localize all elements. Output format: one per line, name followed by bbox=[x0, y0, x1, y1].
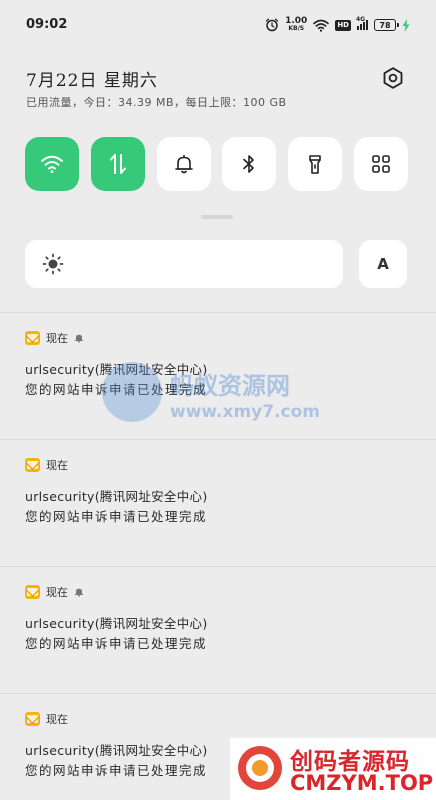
brightness-slider[interactable] bbox=[25, 240, 343, 288]
date-label: 7月22日 星期六 bbox=[26, 71, 158, 91]
watermark-bottom: 创码者源码 CMZYM.TOP bbox=[230, 738, 436, 800]
wifi-icon bbox=[313, 19, 330, 32]
notification-header: 现在 bbox=[25, 457, 68, 473]
tile-wifi[interactable] bbox=[25, 137, 79, 191]
charging-icon bbox=[402, 18, 410, 32]
notification-header: 现在 bbox=[25, 584, 84, 600]
control-center-screen: 09:02 1.00 KB/S HD 4G 78 7月22日 星期六 已用流量，… bbox=[0, 0, 436, 800]
mail-app-icon bbox=[25, 712, 40, 726]
watermark-bottom-logo bbox=[238, 746, 282, 790]
settings-gear-icon[interactable] bbox=[381, 66, 405, 90]
tile-bluetooth[interactable] bbox=[222, 137, 277, 191]
wifi-icon bbox=[41, 155, 63, 173]
notification-time: 现在 bbox=[46, 586, 68, 599]
notification-list: 现在 urlsecurity(腾讯网址安全中心) 您的网站申诉申请已处理完成 现… bbox=[0, 312, 436, 800]
data-arrows-icon bbox=[109, 154, 126, 174]
notification-body: 您的网站申诉申请已处理完成 bbox=[25, 636, 208, 651]
mail-app-icon bbox=[25, 458, 40, 472]
alarm-icon bbox=[265, 18, 279, 32]
auto-brightness-button[interactable]: A bbox=[359, 240, 407, 288]
battery-level: 78 bbox=[379, 20, 391, 30]
muted-bell-icon bbox=[75, 334, 83, 343]
bell-icon bbox=[174, 154, 193, 174]
hd-icon: HD bbox=[335, 19, 351, 31]
tile-more[interactable] bbox=[353, 137, 408, 191]
notification-time: 现在 bbox=[46, 713, 68, 726]
notification-time: 现在 bbox=[46, 332, 68, 345]
quick-tiles bbox=[25, 137, 408, 191]
grid-icon bbox=[372, 155, 390, 173]
net-speed-unit: KB/S bbox=[288, 25, 305, 32]
notification-title: urlsecurity(腾讯网址安全中心) bbox=[25, 489, 208, 504]
signal-icon: 4G bbox=[356, 16, 368, 30]
notification-body: 您的网站申诉申请已处理完成 bbox=[25, 509, 208, 524]
notification-item[interactable]: 现在 urlsecurity(腾讯网址安全中心) 您的网站申诉申请已处理完成 bbox=[0, 566, 436, 693]
status-icons: 1.00 KB/S HD 4G 78 bbox=[265, 13, 410, 37]
bluetooth-icon bbox=[243, 155, 255, 173]
status-bar: 09:02 1.00 KB/S HD 4G 78 bbox=[0, 0, 436, 48]
status-time: 09:02 bbox=[26, 17, 68, 32]
notification-time: 现在 bbox=[46, 459, 68, 472]
watermark-bottom-url: CMZYM.TOP bbox=[290, 771, 434, 795]
tile-flashlight[interactable] bbox=[288, 137, 343, 191]
drag-handle[interactable] bbox=[201, 215, 233, 219]
notification-body: 您的网站申诉申请已处理完成 bbox=[25, 763, 208, 778]
battery-icon: 78 bbox=[374, 19, 399, 31]
notification-title: urlsecurity(腾讯网址安全中心) bbox=[25, 616, 208, 631]
signal-label: 4G bbox=[356, 16, 366, 23]
data-usage-label: 已用流量，今日：34.39 MB，每日上限：100 GB bbox=[26, 96, 287, 109]
muted-bell-icon bbox=[75, 588, 83, 597]
tile-sound[interactable] bbox=[156, 137, 211, 191]
notification-title: urlsecurity(腾讯网址安全中心) bbox=[25, 743, 208, 758]
mail-app-icon bbox=[25, 331, 40, 345]
notification-header: 现在 bbox=[25, 330, 84, 346]
net-speed: 1.00 KB/S bbox=[285, 17, 307, 33]
notification-item[interactable]: 现在 urlsecurity(腾讯网址安全中心) 您的网站申诉申请已处理完成 bbox=[0, 312, 436, 439]
tile-mobile-data[interactable] bbox=[90, 137, 145, 191]
notification-item[interactable]: 现在 urlsecurity(腾讯网址安全中心) 您的网站申诉申请已处理完成 bbox=[0, 439, 436, 566]
net-speed-value: 1.00 bbox=[285, 16, 308, 26]
flashlight-icon bbox=[309, 155, 321, 174]
sun-icon bbox=[42, 253, 64, 275]
notification-body: 您的网站申诉申请已处理完成 bbox=[25, 382, 208, 397]
notification-title: urlsecurity(腾讯网址安全中心) bbox=[25, 362, 208, 377]
mail-app-icon bbox=[25, 585, 40, 599]
notification-header: 现在 bbox=[25, 711, 68, 727]
